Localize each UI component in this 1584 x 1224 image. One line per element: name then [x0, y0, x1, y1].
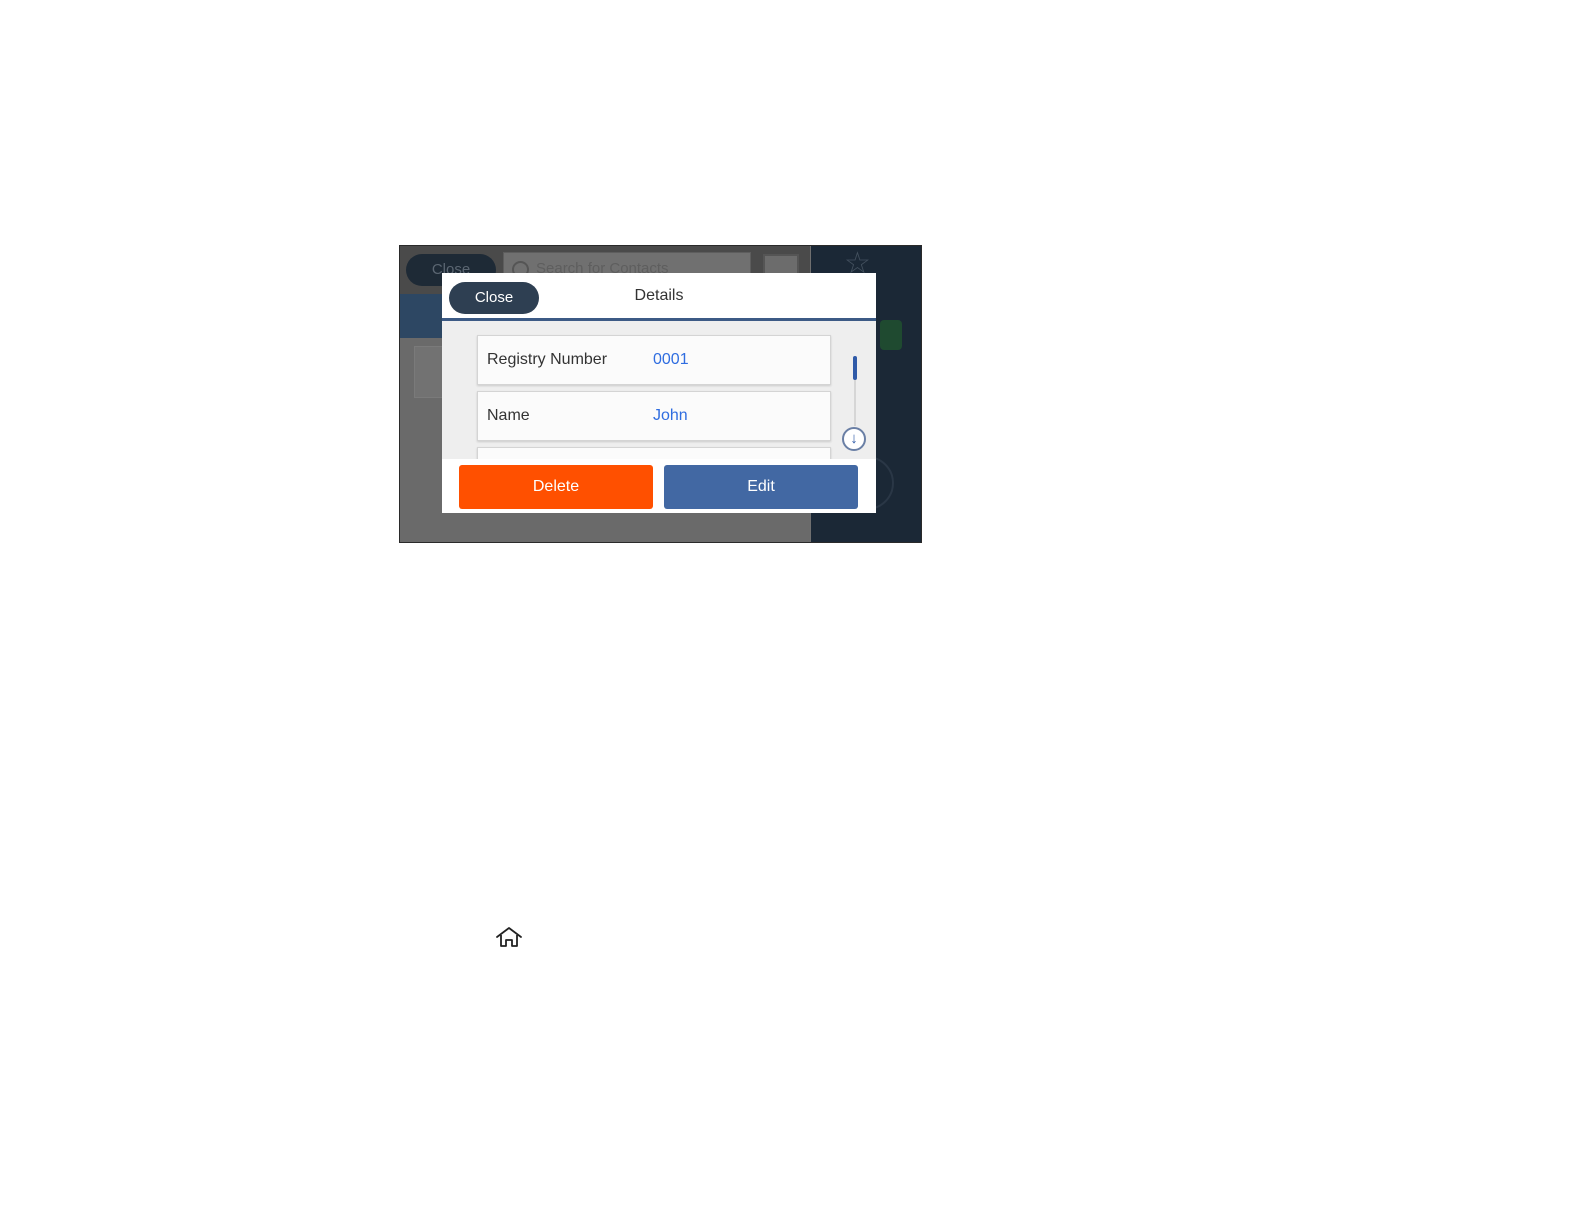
detail-row-partial — [477, 447, 831, 459]
home-icon — [496, 927, 522, 947]
edit-button[interactable]: Edit — [664, 465, 858, 509]
close-button[interactable]: Close — [449, 282, 539, 314]
details-list[interactable]: Registry Number 0001 Name John ↓ — [442, 321, 876, 459]
background-green-indicator — [880, 320, 902, 350]
row-value: 0001 — [653, 351, 689, 368]
row-label: Registry Number — [487, 351, 608, 368]
scrollbar-thumb[interactable] — [853, 356, 857, 380]
delete-button[interactable]: Delete — [459, 465, 653, 509]
scrollbar-track[interactable] — [854, 380, 856, 426]
row-value: John — [653, 407, 688, 424]
printer-touchscreen: Close Search for Contacts ☆ Close Detail… — [399, 245, 922, 543]
scroll-down-button[interactable]: ↓ — [842, 427, 866, 451]
detail-row-registry-number: Registry Number 0001 — [477, 335, 831, 385]
dialog-title: Details — [634, 287, 684, 304]
details-dialog: Close Details Registry Number 0001 Name … — [442, 273, 876, 513]
detail-row-name: Name John — [477, 391, 831, 441]
arrow-down-icon: ↓ — [850, 430, 858, 447]
dialog-header: Close Details — [442, 273, 876, 319]
dialog-footer: Delete Edit — [442, 459, 876, 513]
row-label: Name — [487, 407, 530, 424]
